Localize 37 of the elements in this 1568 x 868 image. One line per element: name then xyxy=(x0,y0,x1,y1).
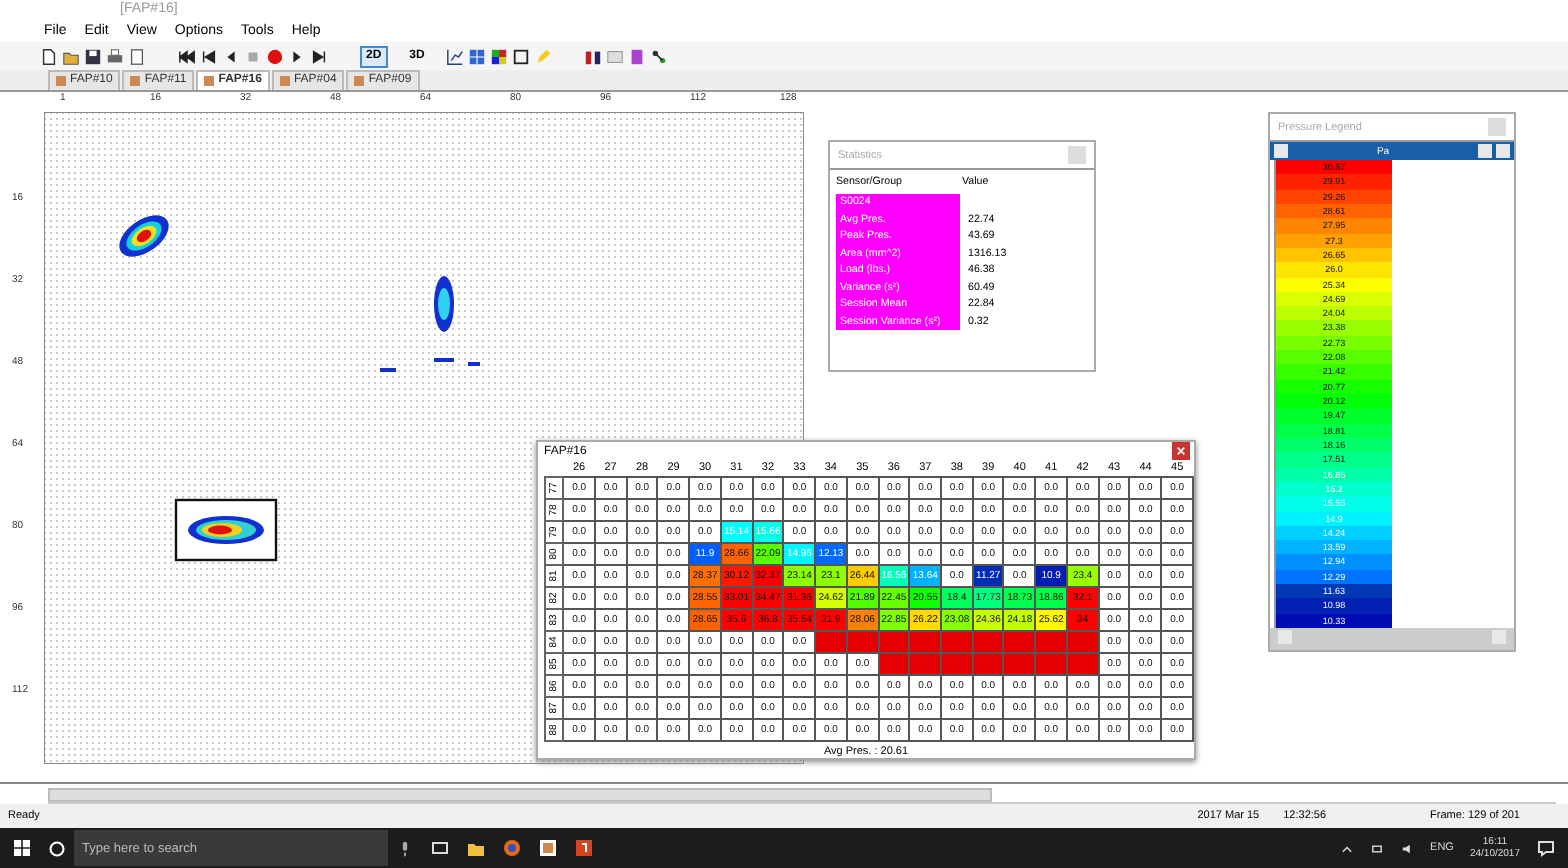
close-icon xyxy=(1176,446,1186,456)
pressure-blob-drawing xyxy=(434,276,454,332)
pressure-blob-drawing xyxy=(188,516,264,544)
volume-icon[interactable] xyxy=(1400,841,1415,855)
frame-icon[interactable] xyxy=(512,47,531,65)
save-icon[interactable] xyxy=(84,47,102,65)
play-icon[interactable] xyxy=(288,47,306,65)
windows-logo-icon[interactable] xyxy=(12,838,32,858)
scrollbar-thumb[interactable] xyxy=(48,788,992,802)
last-frame-icon[interactable] xyxy=(310,47,328,65)
print-icon[interactable] xyxy=(106,47,124,65)
palette-icon[interactable] xyxy=(490,47,509,65)
notification-icon[interactable] xyxy=(1536,838,1556,858)
bars-icon[interactable] xyxy=(584,47,603,65)
open-folder-icon[interactable] xyxy=(62,47,80,65)
presentation-icon[interactable] xyxy=(574,838,594,858)
task-view-icon[interactable] xyxy=(430,838,450,858)
folder-icon[interactable] xyxy=(466,838,486,858)
app-icon[interactable] xyxy=(538,838,558,858)
first-frame-icon[interactable] xyxy=(178,47,196,65)
caret-icon[interactable] xyxy=(1340,841,1355,855)
grid-icon[interactable] xyxy=(468,47,487,65)
step-back-icon[interactable] xyxy=(222,47,240,65)
search-icon xyxy=(48,839,66,857)
record-icon[interactable] xyxy=(266,47,284,65)
browser-icon[interactable] xyxy=(502,838,522,858)
network-icon[interactable] xyxy=(650,47,669,65)
axis-chart-icon[interactable] xyxy=(446,47,465,65)
previous-frame-icon[interactable] xyxy=(200,47,218,65)
preview-icon[interactable] xyxy=(128,47,146,65)
network-icon[interactable] xyxy=(1370,841,1385,855)
pressure-blob-drawing xyxy=(119,215,169,257)
close-button[interactable] xyxy=(1172,442,1190,460)
pressure-mark xyxy=(380,368,396,372)
pressure-mark xyxy=(468,362,480,366)
clipboard-icon[interactable] xyxy=(628,47,647,65)
new-file-icon[interactable] xyxy=(40,47,58,65)
